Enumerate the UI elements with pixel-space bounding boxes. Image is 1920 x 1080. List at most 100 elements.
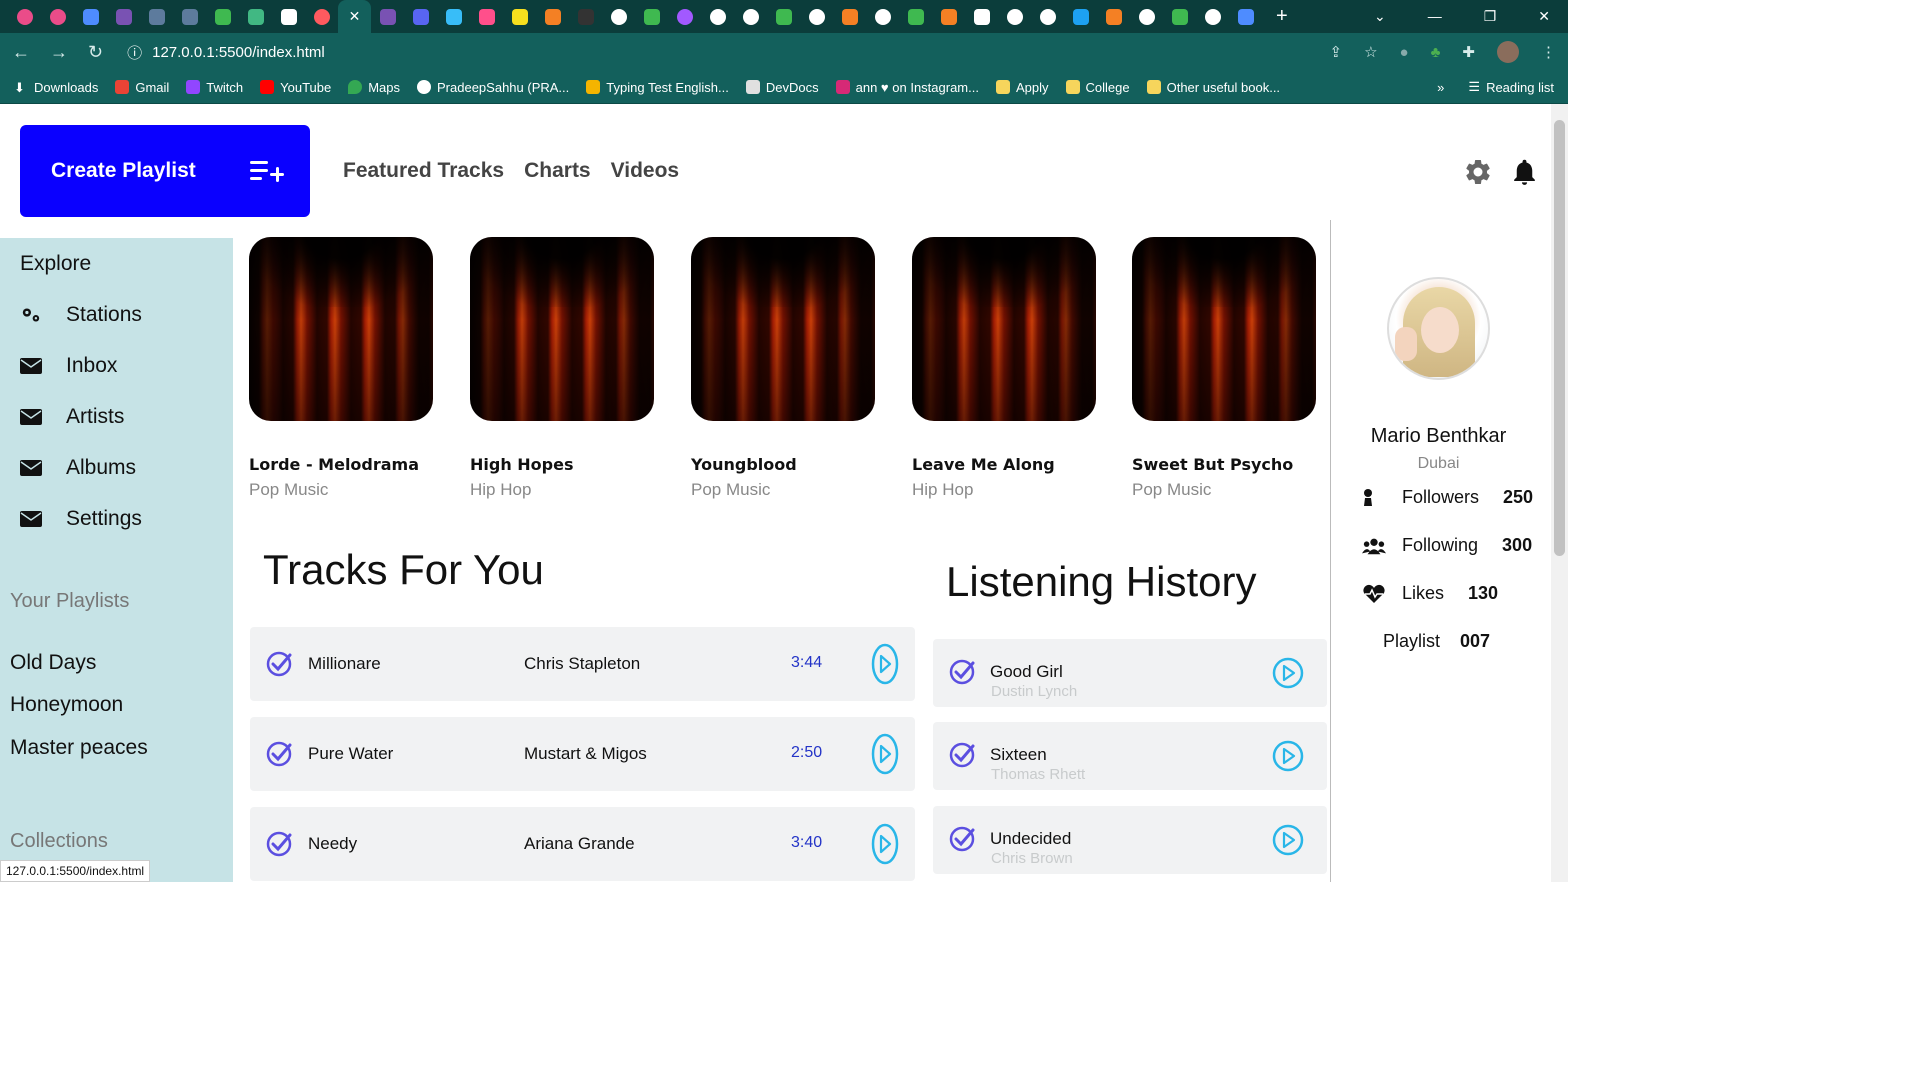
menu-icon[interactable]: ⋮ (1541, 43, 1556, 61)
reload-icon[interactable]: ↻ (88, 42, 103, 63)
tab[interactable] (932, 0, 965, 33)
tab[interactable] (734, 0, 767, 33)
tab[interactable] (470, 0, 503, 33)
sidebar-explore[interactable]: Explore (20, 252, 91, 276)
tab[interactable] (800, 0, 833, 33)
play-circle-icon[interactable] (870, 733, 900, 775)
album-art-image[interactable] (912, 237, 1096, 421)
playlist-item-honeymoon[interactable]: Honeymoon (10, 693, 123, 717)
bell-icon[interactable] (1509, 156, 1540, 188)
tab[interactable] (371, 0, 404, 33)
album-art-image[interactable] (249, 237, 433, 421)
tab[interactable] (1229, 0, 1262, 33)
tab[interactable] (536, 0, 569, 33)
tab[interactable] (602, 0, 635, 33)
tab[interactable] (998, 0, 1031, 33)
sidebar-item-inbox[interactable]: Inbox (20, 354, 117, 378)
extension-icon[interactable]: ● (1400, 44, 1409, 61)
tab[interactable] (635, 0, 668, 33)
page-scrollbar[interactable] (1551, 104, 1568, 882)
bookmark-downloads[interactable]: ⬇ Downloads (14, 80, 98, 96)
tab[interactable] (569, 0, 602, 33)
check-circle-icon[interactable] (949, 826, 975, 852)
history-row[interactable]: Undecided Chris Brown (933, 806, 1327, 874)
featured-card[interactable]: High Hopes Hip Hop (470, 237, 654, 500)
tab[interactable] (272, 0, 305, 33)
bookmark-github[interactable]: PradeepSahhu (PRA... (417, 80, 569, 95)
track-row[interactable]: Millionare Chris Stapleton 3:44 (250, 627, 915, 701)
bookmark-maps[interactable]: Maps (348, 80, 400, 95)
tab[interactable] (866, 0, 899, 33)
play-circle-icon[interactable] (1272, 657, 1304, 689)
check-circle-icon[interactable] (266, 651, 292, 677)
puzzle-icon[interactable]: ✚ (1462, 43, 1475, 61)
bookmark-gmail[interactable]: Gmail (115, 80, 169, 95)
tab[interactable] (1163, 0, 1196, 33)
star-icon[interactable]: ☆ (1364, 43, 1377, 61)
check-circle-icon[interactable] (266, 741, 292, 767)
forward-icon[interactable]: → (50, 42, 68, 63)
tab[interactable] (437, 0, 470, 33)
bookmark-folder-apply[interactable]: Apply (995, 80, 1049, 95)
bookmark-devdocs[interactable]: DevDocs (745, 80, 819, 95)
tab[interactable] (833, 0, 866, 33)
bookmark-youtube[interactable]: YouTube (260, 80, 331, 95)
play-circle-icon[interactable] (1272, 740, 1304, 772)
sidebar-item-stations[interactable]: Stations (20, 303, 142, 327)
history-row[interactable]: Good Girl Dustin Lynch (933, 639, 1327, 707)
share-icon[interactable]: ⇪ (1329, 43, 1342, 61)
track-row[interactable]: Pure Water Mustart & Migos 2:50 (250, 717, 915, 791)
album-art-image[interactable] (1132, 237, 1316, 421)
nav-videos[interactable]: Videos (611, 159, 679, 183)
profile-avatar-icon[interactable] (1497, 41, 1519, 63)
tab[interactable] (1031, 0, 1064, 33)
play-circle-icon[interactable] (870, 643, 900, 685)
url-field[interactable]: ⓘ 127.0.0.1:5500/index.html (127, 42, 325, 63)
tab[interactable] (140, 0, 173, 33)
tab[interactable] (305, 0, 338, 33)
tab[interactable] (1064, 0, 1097, 33)
featured-card[interactable]: Leave Me Along Hip Hop (912, 237, 1096, 500)
close-icon[interactable]: ✕ (349, 8, 361, 25)
featured-card[interactable]: Sweet But Psycho Pop Music (1132, 237, 1316, 500)
back-icon[interactable]: ← (12, 42, 30, 63)
sidebar-item-artists[interactable]: Artists (20, 405, 124, 429)
tab[interactable] (767, 0, 800, 33)
bookmark-twitch[interactable]: Twitch (186, 80, 243, 95)
tab-search-icon[interactable]: ⌄ (1374, 8, 1386, 25)
check-circle-icon[interactable] (266, 831, 292, 857)
album-art-image[interactable] (470, 237, 654, 421)
featured-card[interactable]: Youngblood Pop Music (691, 237, 875, 500)
tab-active[interactable]: ✕ (338, 0, 371, 33)
check-circle-icon[interactable] (949, 659, 975, 685)
playlist-item-old-days[interactable]: Old Days (10, 651, 96, 675)
reading-list[interactable]: ☰ Reading list (1468, 79, 1554, 95)
check-circle-icon[interactable] (949, 742, 975, 768)
extension-tree-icon[interactable]: ♣ (1431, 44, 1441, 61)
tab[interactable] (701, 0, 734, 33)
bookmark-typing-test[interactable]: Typing Test English... (586, 80, 729, 95)
tab[interactable] (404, 0, 437, 33)
nav-featured-tracks[interactable]: Featured Tracks (343, 159, 504, 183)
scrollbar-thumb[interactable] (1554, 120, 1565, 556)
nav-charts[interactable]: Charts (524, 159, 591, 183)
tab[interactable] (1196, 0, 1229, 33)
tab[interactable] (206, 0, 239, 33)
tab[interactable] (1130, 0, 1163, 33)
gear-icon[interactable] (1463, 157, 1493, 187)
create-playlist-button[interactable]: Create Playlist (20, 125, 310, 217)
tab[interactable] (965, 0, 998, 33)
bookmark-folder-college[interactable]: College (1065, 80, 1130, 95)
sidebar-item-albums[interactable]: Albums (20, 456, 136, 480)
album-art-image[interactable] (691, 237, 875, 421)
track-row[interactable]: Needy Ariana Grande 3:40 (250, 807, 915, 881)
playlist-item-master-peaces[interactable]: Master peaces (10, 736, 148, 760)
bookmark-folder-other[interactable]: Other useful book... (1146, 80, 1280, 95)
more-bookmarks-icon[interactable]: » (1437, 80, 1444, 95)
history-row[interactable]: Sixteen Thomas Rhett (933, 722, 1327, 790)
tab[interactable] (74, 0, 107, 33)
tab[interactable] (1097, 0, 1130, 33)
tab[interactable] (8, 0, 41, 33)
tab[interactable] (239, 0, 272, 33)
restore-icon[interactable]: ❐ (1484, 8, 1497, 25)
